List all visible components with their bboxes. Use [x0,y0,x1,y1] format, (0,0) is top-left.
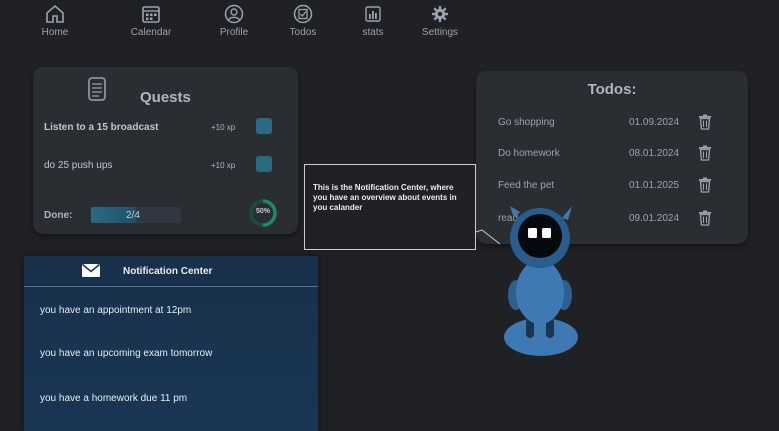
notification-item[interactable]: you have a homework due 11 pm [40,393,187,404]
nav-profile-label: Profile [219,27,249,38]
nav-calendar[interactable]: Calendar [116,4,186,38]
quest-label: do 25 push ups [44,160,113,171]
tooltip-text: This is the Notification Center, where y… [313,183,457,212]
quest-label: Listen to a 15 broadcast [44,122,159,133]
notification-center: Notification Center you have an appointm… [24,256,318,431]
trash-icon[interactable] [698,177,712,193]
todo-date: 01.09.2024 [629,117,680,128]
nav-settings[interactable]: Settings [405,4,475,38]
quests-title: Quests [140,89,191,106]
nav-settings-label: Settings [421,27,459,38]
top-nav: Home Calendar Profile Todos stats Settin… [0,0,779,44]
nav-home-label: Home [41,27,69,38]
progress-ring-label: 50% [255,208,270,215]
quests-header: Quests [33,77,298,107]
todos-title: Todos: [587,81,637,98]
quests-panel: Quests Listen to a 15 broadcast +10 xp d… [33,67,298,234]
quest-item: Listen to a 15 broadcast +10 xp [44,118,284,138]
scroll-icon [88,77,106,101]
todo-date: 08.01.2024 [629,148,680,159]
nav-calendar-label: Calendar [130,27,172,38]
todo-label: Feed the pet [498,180,555,191]
todo-date: 09.01.2024 [629,213,680,224]
quest-xp: +10 xp [211,161,236,170]
quest-progress-text: 2/4 [126,210,140,221]
quest-checkbox[interactable] [256,156,272,172]
notification-item[interactable]: you have an upcoming exam tomorrow [40,348,212,359]
home-icon [46,4,64,23]
todo-label: Do homework [498,148,560,159]
profile-icon [224,4,244,24]
quest-xp: +10 xp [211,123,236,132]
quest-item: do 25 push ups +10 xp [44,156,284,176]
nav-home[interactable]: Home [20,4,90,38]
todo-date: 01.01.2025 [629,180,680,191]
trash-icon[interactable] [698,210,712,226]
trash-icon[interactable] [698,114,712,130]
todo-item[interactable]: Feed the pet 01.01.2025 [498,177,718,193]
notification-item[interactable]: you have an appointment at 12pm [40,305,191,316]
nav-stats-label: stats [362,27,384,38]
quest-checkbox[interactable] [256,118,272,134]
nav-todos-label: Todos [289,27,317,38]
nav-stats[interactable]: stats [338,4,408,38]
notification-header: Notification Center [24,256,318,287]
trash-icon[interactable] [698,145,712,161]
notification-title: Notification Center [123,266,213,277]
robot-mascot [504,206,578,356]
calendar-icon [142,6,160,23]
envelope-icon [81,263,101,277]
done-label: Done: [44,210,73,221]
todo-item[interactable]: Go shopping 01.09.2024 [498,114,718,130]
onboarding-tooltip: This is the Notification Center, where y… [304,164,476,250]
nav-todos[interactable]: Todos [268,4,338,38]
todo-item[interactable]: Do homework 08.01.2024 [498,145,718,161]
todos-icon [293,4,313,24]
nav-profile[interactable]: Profile [199,4,269,38]
gear-icon [432,6,448,22]
todo-label: Go shopping [498,117,555,128]
stats-icon [365,6,381,22]
